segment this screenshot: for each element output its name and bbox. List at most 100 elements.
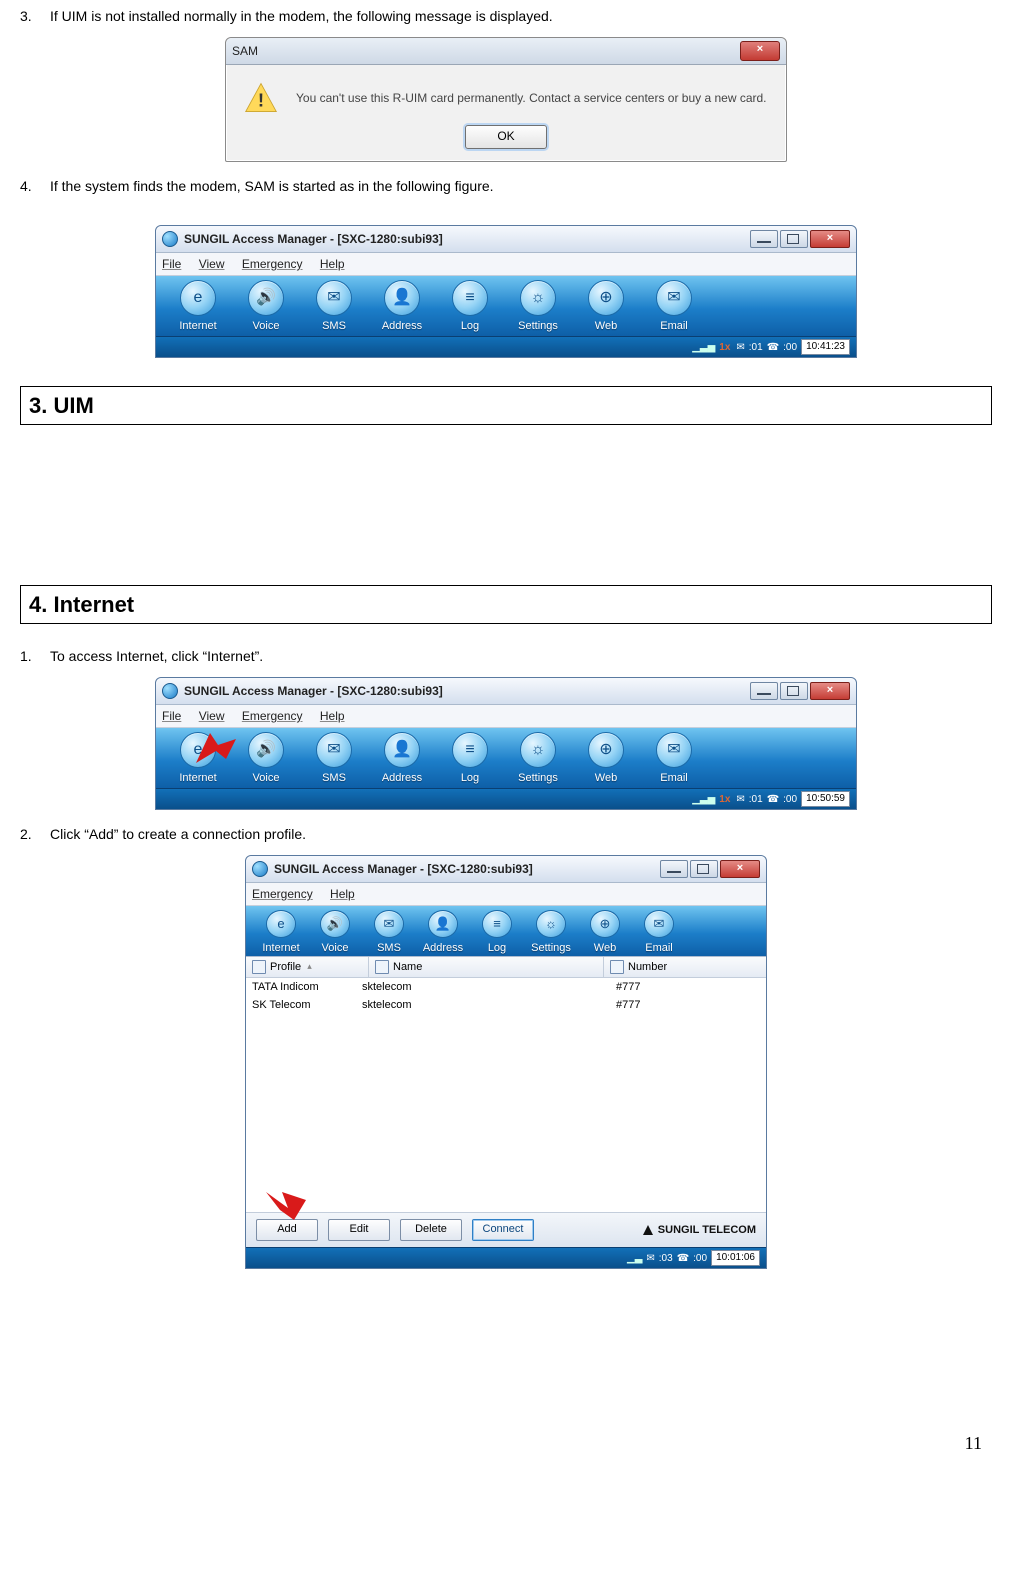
email-icon: ✉: [656, 732, 692, 768]
dialog-message: You can't use this R-UIM card permanentl…: [296, 89, 767, 107]
voice-icon: 🔊: [320, 910, 350, 938]
close-button[interactable]: ×: [720, 860, 760, 878]
address-icon: 👤: [384, 732, 420, 768]
toolbar-item-address[interactable]: 👤Address: [368, 278, 436, 336]
menu-emergency[interactable]: Emergency: [242, 257, 303, 271]
signal-icon: ▁▃: [627, 1251, 642, 1266]
window-titlebar: SUNGIL Access Manager - [SXC-1280:subi93…: [246, 856, 766, 883]
toolbar-item-address[interactable]: 👤Address: [368, 730, 436, 788]
signal-icon: ▁▃▅: [692, 792, 715, 807]
status-bar: ▁▃▅ 1x ✉:01 ☎:00 10:50:59: [156, 788, 856, 809]
toolbar-item-address[interactable]: 👤Address: [416, 908, 470, 956]
voice-count: :00: [783, 792, 797, 807]
signal-icon: ▁▃▅: [692, 340, 715, 355]
cell-profile: SK Telecom: [246, 997, 362, 1014]
toolbar-item-voice[interactable]: 🔊Voice: [308, 908, 362, 956]
toolbar-item-settings[interactable]: ☼Settings: [504, 730, 572, 788]
ok-button[interactable]: OK: [465, 125, 547, 149]
close-button[interactable]: ×: [740, 41, 780, 61]
voice-icon: 🔊: [248, 280, 284, 316]
toolbar-item-voice[interactable]: 🔊Voice: [232, 278, 300, 336]
email-icon: ✉: [656, 280, 692, 316]
toolbar-item-email[interactable]: ✉Email: [632, 908, 686, 956]
ordered-list-item: 1. To access Internet, click “Internet”.: [20, 646, 992, 667]
close-button[interactable]: ×: [810, 682, 850, 700]
cell-number: #777: [616, 979, 766, 996]
minimize-button[interactable]: [750, 230, 778, 248]
toolbar-item-sms[interactable]: ✉SMS: [362, 908, 416, 956]
web-icon: ⊕: [588, 732, 624, 768]
toolbar-item-web[interactable]: ⊕Web: [572, 278, 640, 336]
section-heading-uim: 3. UIM: [20, 386, 992, 425]
settings-icon: ☼: [520, 732, 556, 768]
dialog-title: SAM: [232, 42, 740, 60]
delete-button[interactable]: Delete: [400, 1219, 462, 1241]
list-number: 4.: [20, 176, 50, 197]
list-text: Click “Add” to create a connection profi…: [50, 824, 992, 845]
brand-logo-icon: [642, 1224, 654, 1236]
menu-emergency[interactable]: Emergency: [242, 709, 303, 723]
toolbar-item-web[interactable]: ⊕Web: [572, 730, 640, 788]
ordered-list-item: 2. Click “Add” to create a connection pr…: [20, 824, 992, 845]
maximize-button[interactable]: [690, 860, 718, 878]
toolbar-item-log[interactable]: ≡Log: [436, 278, 504, 336]
menu-bar: Emergency Help: [246, 883, 766, 906]
menu-bar: File View Emergency Help: [156, 705, 856, 728]
column-header-number[interactable]: Number: [604, 957, 766, 977]
clock: 10:41:23: [801, 339, 850, 355]
menu-help[interactable]: Help: [320, 709, 345, 723]
figure-sam-dialog: SAM × ! You can't use this R-UIM card pe…: [20, 37, 992, 162]
menu-view[interactable]: View: [199, 709, 225, 723]
menu-help[interactable]: Help: [320, 257, 345, 271]
list-text: To access Internet, click “Internet”.: [50, 646, 992, 667]
sms-icon: ✉: [316, 280, 352, 316]
toolbar-item-log[interactable]: ≡Log: [436, 730, 504, 788]
window-title: SUNGIL Access Manager - [SXC-1280:subi93…: [184, 682, 748, 700]
toolbar-item-log[interactable]: ≡Log: [470, 908, 524, 956]
close-button[interactable]: ×: [810, 230, 850, 248]
menu-help[interactable]: Help: [330, 887, 355, 901]
list-number: 3.: [20, 6, 50, 27]
profiles-button-bar: Add Edit Delete Connect SUNGIL TELECOM: [246, 1212, 766, 1247]
menu-file[interactable]: File: [162, 257, 181, 271]
menu-file[interactable]: File: [162, 709, 181, 723]
toolbar-item-settings[interactable]: ☼Settings: [524, 908, 578, 956]
mail-icon: ✉: [736, 792, 744, 807]
menu-view[interactable]: View: [199, 257, 225, 271]
phone-icon: ☎: [767, 340, 779, 355]
edit-button[interactable]: Edit: [328, 1219, 390, 1241]
toolbar-item-email[interactable]: ✉Email: [640, 730, 708, 788]
toolbar-item-sms[interactable]: ✉SMS: [300, 278, 368, 336]
red-arrow-icon: [266, 1192, 306, 1222]
voice-count: :00: [783, 340, 797, 355]
window-title: SUNGIL Access Manager - [SXC-1280:subi93…: [274, 860, 658, 878]
minimize-button[interactable]: [750, 682, 778, 700]
menu-emergency[interactable]: Emergency: [252, 887, 313, 901]
figure-sungil-toolbar-1: SUNGIL Access Manager - [SXC-1280:subi93…: [20, 225, 992, 358]
toolbar-item-voice[interactable]: 🔊Voice: [232, 730, 300, 788]
name-column-icon: [375, 960, 389, 974]
maximize-button[interactable]: [780, 230, 808, 248]
table-row[interactable]: TATA Indicom sktelecom #777: [246, 978, 766, 996]
status-bar: ▁▃ ✉:03 ☎:00 10:01:06: [246, 1247, 766, 1268]
web-icon: ⊕: [588, 280, 624, 316]
toolbar-item-sms[interactable]: ✉SMS: [300, 730, 368, 788]
window-titlebar: SUNGIL Access Manager - [SXC-1280:subi93…: [156, 226, 856, 253]
toolbar-item-internet[interactable]: eInternet: [164, 278, 232, 336]
toolbar-item-internet[interactable]: eInternet: [254, 908, 308, 956]
table-row[interactable]: SK Telecom sktelecom #777: [246, 996, 766, 1014]
minimize-button[interactable]: [660, 860, 688, 878]
add-button[interactable]: Add: [256, 1219, 318, 1241]
ordered-list-item: 4. If the system finds the modem, SAM is…: [20, 176, 992, 197]
toolbar-item-email[interactable]: ✉Email: [640, 278, 708, 336]
connect-button[interactable]: Connect: [472, 1219, 534, 1241]
app-icon: [252, 861, 268, 877]
toolbar-item-settings[interactable]: ☼Settings: [504, 278, 572, 336]
maximize-button[interactable]: [780, 682, 808, 700]
toolbar-item-web[interactable]: ⊕Web: [578, 908, 632, 956]
column-header-profile[interactable]: Profile▴: [246, 957, 369, 977]
column-header-name[interactable]: Name: [369, 957, 604, 977]
settings-icon: ☼: [536, 910, 566, 938]
sms-icon: ✉: [374, 910, 404, 938]
profiles-rows: TATA Indicom sktelecom #777 SK Telecom s…: [246, 978, 766, 1014]
